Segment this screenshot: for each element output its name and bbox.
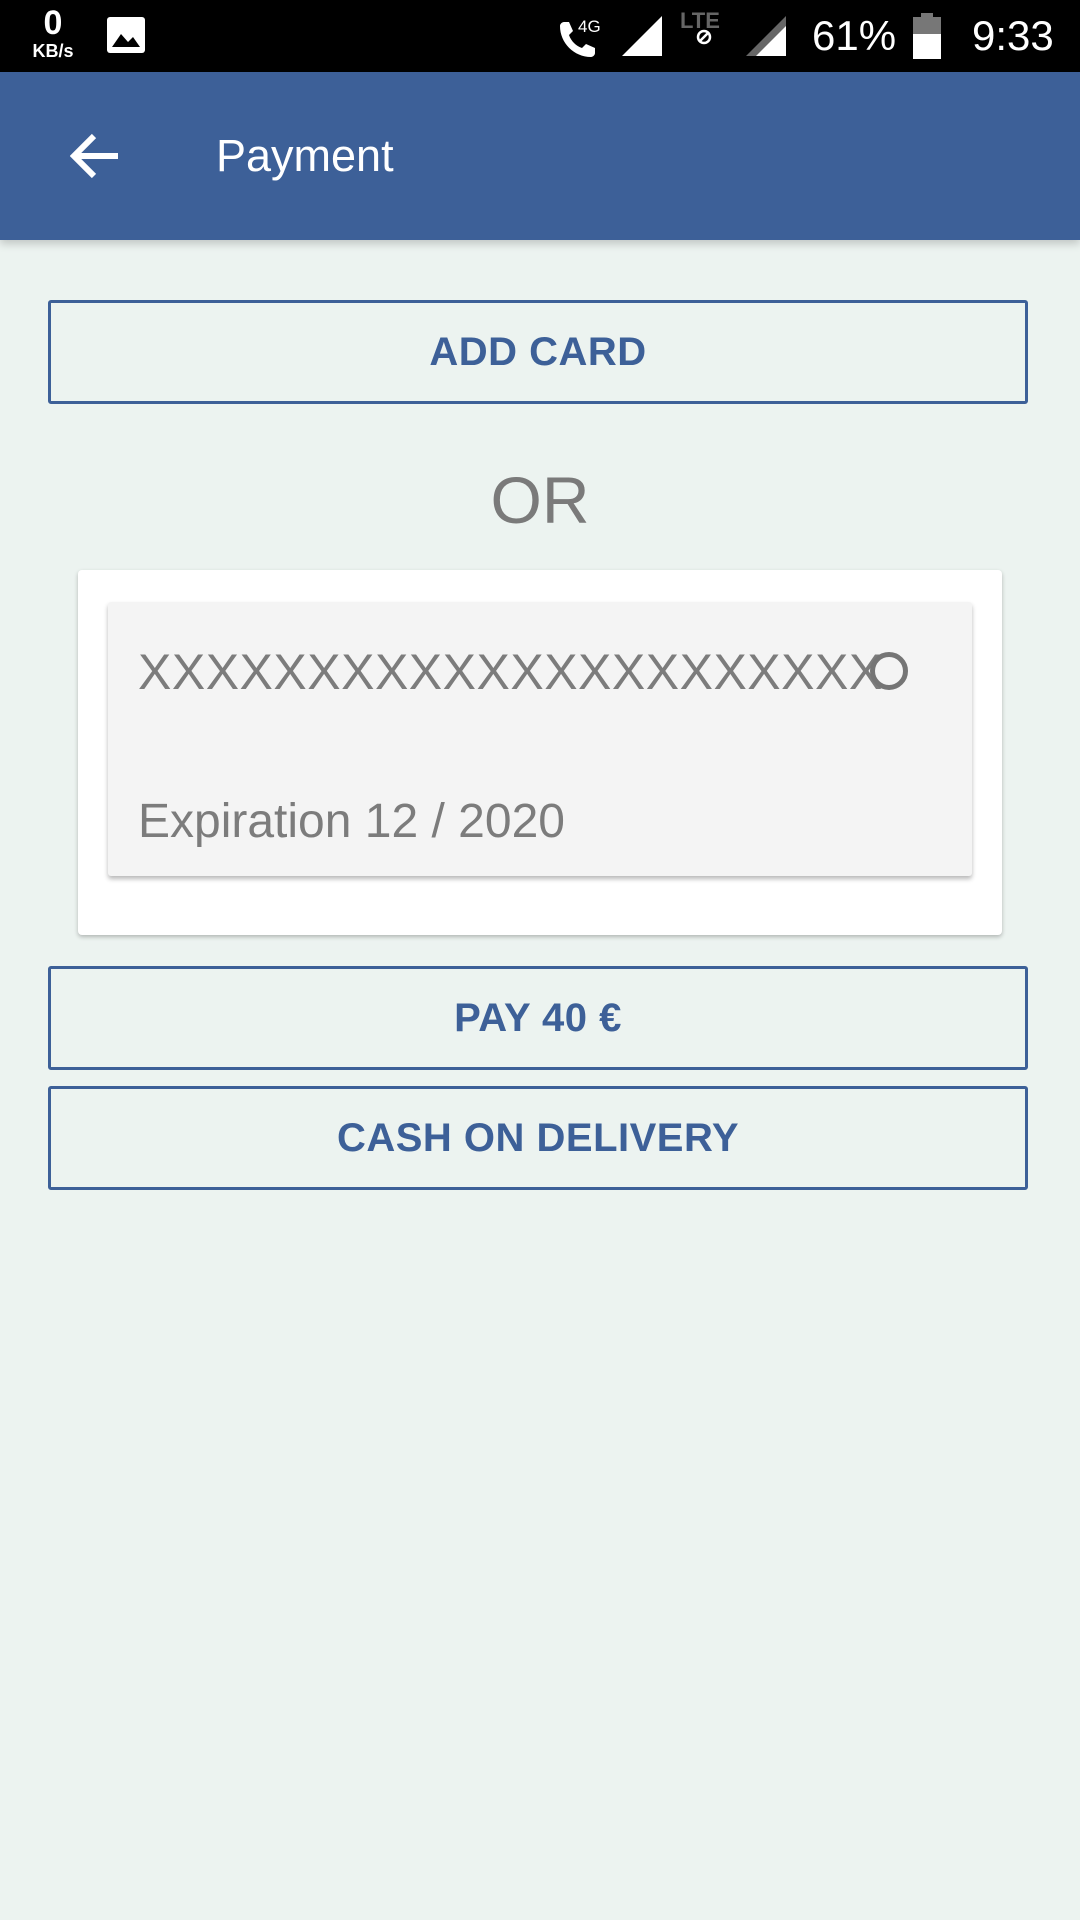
arrow-back-icon [70,133,118,179]
signal-strength-2-icon [746,16,786,56]
clock-time: 9:33 [972,12,1054,59]
cash-on-delivery-button[interactable]: CASH ON DELIVERY [48,1086,1028,1190]
signal-strength-icon [622,16,662,56]
status-bar: 0 KB/s 4G LTE 61% 9:33 [0,0,1080,72]
card-number: XXXXXXXXXXXXXXXXXXXXXX [138,644,883,700]
lte-label: LTE [680,8,720,33]
lte-disabled-icon: LTE [680,8,720,45]
network-speed: 0 KB/s [24,6,82,60]
card-select-radio[interactable] [870,652,908,690]
image-notification-icon [107,17,145,53]
app-bar: Payment [0,72,1080,240]
page-title: Payment [216,130,394,181]
card-expiration: Expiration 12 / 2020 [138,795,565,848]
battery-icon [913,13,941,59]
or-divider-text: OR [490,463,590,537]
network-speed-value: 0 [43,4,63,42]
battery-percent: 61% [812,12,897,59]
back-button[interactable] [58,122,134,190]
saved-cards-list: XXXXXXXXXXXXXXXXXXXXXX Expiration 12 / 2… [78,570,1002,935]
call-network-label: 4G [578,17,601,36]
call-4g-icon: 4G [560,17,601,57]
saved-card-item[interactable]: XXXXXXXXXXXXXXXXXXXXXX Expiration 12 / 2… [108,602,972,876]
add-card-button[interactable]: ADD CARD [48,300,1028,404]
pay-button[interactable]: PAY 40 € [48,966,1028,1070]
network-speed-unit: KB/s [32,41,74,61]
